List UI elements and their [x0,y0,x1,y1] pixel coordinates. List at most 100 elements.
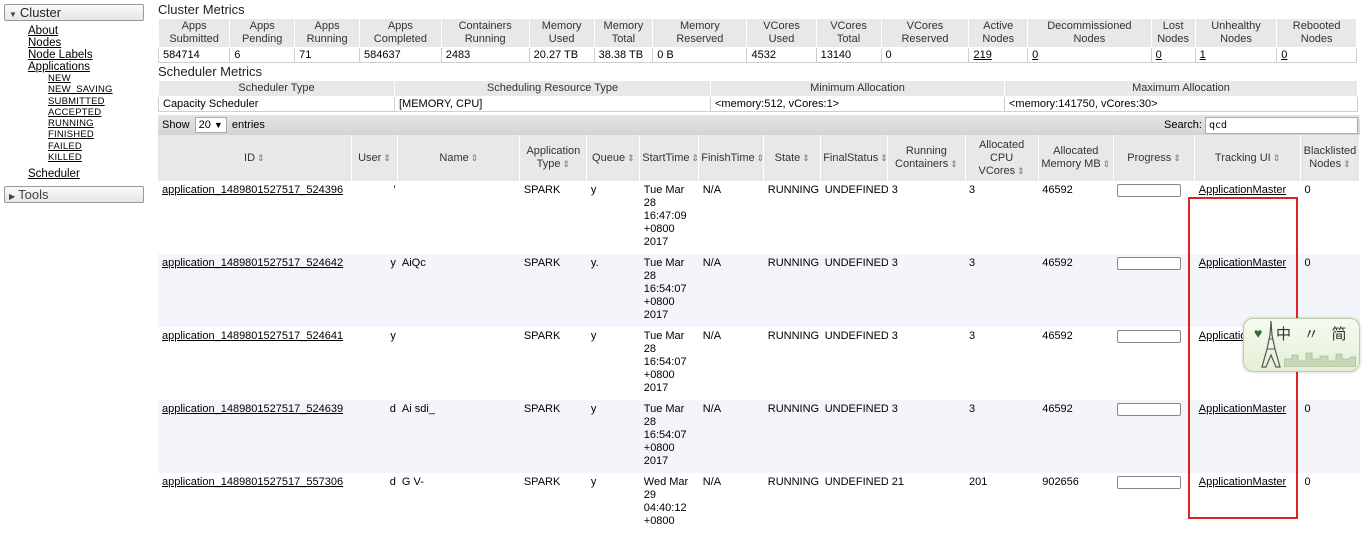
cluster-metrics-header-row: Apps Submitted Apps Pending Apps Running Ap… [157,18,1357,48]
state-accepted-link[interactable]: ACCEPTED [48,107,144,118]
metric-header-decommissioned-nodes: Decommissioned Nodes [1027,18,1152,48]
app-id-link[interactable]: application_1489801527517_524641 [162,330,343,342]
metric-header-memory-used: Memory Used [528,18,595,48]
metric-link-active-nodes[interactable]: 219 [973,49,991,61]
column-header-tracking-ui[interactable]: Tracking UI ⇕ [1194,135,1301,181]
metric-header-apps-completed: Apps Completed [359,18,442,48]
cluster-metrics-table: Apps Submitted Apps Pending Apps Running Ap… [157,18,1357,63]
metric-header-unhealthy-nodes: Unhealthy Nodes [1194,18,1278,48]
column-header-queue[interactable]: Queue ⇕ [586,135,641,181]
search-input[interactable]: qcd [1205,116,1358,134]
applications-link[interactable]: Applications [28,61,144,73]
table-row: application_1489801527517_524639 d Ai sdi_… [158,400,1360,473]
metric-value-vcores-used: 4532 [746,47,817,63]
tracking-ui-link[interactable]: ApplicationMaster [1199,476,1286,488]
metric-header-vcores-used: VCores Used [746,18,817,48]
column-header-running-containers[interactable]: Running Containers ⇕ [887,135,966,181]
entries-select[interactable]: 20 ▼ [194,117,227,134]
sort-icon: ⇕ [257,152,265,163]
sort-icon: ⇕ [627,152,635,163]
app-id-cell: application_1489801527517_524641 [158,327,352,400]
nodes-link[interactable]: Nodes [28,37,144,49]
name-cell [397,181,520,254]
app-id-link[interactable]: application_1489801527517_524639 [162,403,343,415]
metric-link-rebooted-nodes[interactable]: 0 [1281,49,1287,61]
column-header-state[interactable]: State ⇕ [763,135,822,181]
cluster-section-header[interactable]: ▼ Cluster [4,4,144,21]
table-toolbar: Show 20 ▼ entries Search: qcd [158,115,1360,135]
tracking-ui-link[interactable]: ApplicationMaster [1199,184,1286,196]
state-running-link[interactable]: RUNNING [48,118,144,129]
running-containers-cell: 3 [887,181,966,254]
cluster-metrics-title: Cluster Metrics [158,2,245,17]
metric-value-vcores-total: 13140 [815,47,882,63]
column-label-state: State [774,151,801,164]
triangle-right-icon: ▶ [9,192,16,202]
metric-link-lost-nodes[interactable]: 0 [1156,49,1162,61]
app-id-link[interactable]: application_1489801527517_524642 [162,257,343,269]
entries-label: entries [231,119,265,131]
start-time-cell: Wed Mar 29 04:40:12 +0800 [639,473,699,528]
triangle-down-icon: ▼ [9,10,17,19]
state-submitted-link[interactable]: SUBMITTED [48,96,144,107]
tracking-ui-cell: ApplicationMaster [1194,254,1301,327]
allocated-vcores-cell: 3 [965,181,1039,254]
metric-link-decommissioned-nodes[interactable]: 0 [1032,49,1038,61]
metric-value-decommissioned-nodes: 0 [1027,47,1152,63]
column-header-name[interactable]: Name ⇕ [397,135,521,181]
state-finished-link[interactable]: FINISHED [48,129,144,140]
metric-header-lost-nodes: Lost Nodes [1150,18,1196,48]
sort-icon: ⇕ [880,152,888,163]
metric-value-apps-running: 71 [294,47,361,63]
input-method-badge[interactable]: ♥ 中 〃 简 [1243,318,1360,372]
column-header-blacklisted-nodes[interactable]: Blacklisted Nodes ⇕ [1300,135,1361,181]
state-failed-link[interactable]: FAILED [48,141,144,152]
app-id-link[interactable]: application_1489801527517_557306 [162,476,343,488]
applications-header-row: ID ⇕ User ⇕ Name ⇕ Application Type ⇕ Queue ⇕ Star… [158,135,1361,181]
tracking-ui-link[interactable]: ApplicationMaster [1199,403,1286,415]
state-killed-link[interactable]: KILLED [48,152,144,163]
column-header-user[interactable]: User ⇕ [351,135,399,181]
about-link[interactable]: About [28,25,144,37]
app-id-link[interactable]: application_1489801527517_524396 [162,184,343,196]
column-header-allocated-memory-mb[interactable]: Allocated Memory MB ⇕ [1038,135,1114,181]
tracking-ui-link[interactable]: ApplicationMaster [1199,257,1286,269]
state-new-saving-link[interactable]: NEW_SAVING [48,84,144,95]
metric-link-unhealthy-nodes[interactable]: 1 [1200,49,1206,61]
table-row: application_1489801527517_524641 y SPARK y T… [158,327,1360,400]
blacklisted-nodes-cell: 0 [1300,181,1360,254]
type-cell: SPARK [519,327,587,400]
metric-header-vcores-total: VCores Total [815,18,882,48]
progress-cell [1113,181,1195,254]
progress-cell [1113,473,1195,528]
column-label-name: Name [439,151,469,164]
metric-value-apps-completed: 584637 [359,47,442,63]
sort-icon: ⇕ [1173,152,1181,163]
state-cell: RUNNING [763,400,821,473]
column-header-id[interactable]: ID ⇕ [158,135,352,181]
scheduler-header-maximum-allocation: Maximum Allocation [1004,80,1358,97]
scheduler-value-scheduler-type: Capacity Scheduler [158,96,395,112]
progress-bar [1117,403,1182,416]
tools-section-header[interactable]: ▶ Tools [4,186,144,204]
column-header-starttime[interactable]: StartTime ⇕ [639,135,700,181]
progress-bar [1117,257,1182,270]
state-new-link[interactable]: NEW [48,73,144,84]
scheduler-header-scheduling-resource-type: Scheduling Resource Type [394,80,711,97]
column-label-allocated-memory-mb: Allocated Memory MB [1041,145,1101,170]
column-header-progress[interactable]: Progress ⇕ [1113,135,1196,181]
column-header-allocated-cpu-vcores[interactable]: Allocated CPU VCores ⇕ [965,135,1039,181]
scheduler-link[interactable]: Scheduler [28,168,144,180]
type-cell: SPARK [519,254,587,327]
column-header-finishtime[interactable]: FinishTime ⇕ [698,135,765,181]
type-cell: SPARK [519,400,587,473]
main-content: Cluster Metrics Apps Submitted Apps Pendi… [157,2,1361,528]
allocated-memory-cell: 46592 [1038,254,1114,327]
progress-cell [1113,327,1195,400]
finish-time-cell: N/A [698,327,764,400]
finish-time-cell: N/A [698,254,764,327]
column-header-application-type[interactable]: Application Type ⇕ [519,135,588,181]
column-header-finalstatus[interactable]: FinalStatus ⇕ [820,135,889,181]
node-labels-link[interactable]: Node Labels [28,49,144,61]
metric-value-rebooted-nodes: 0 [1276,47,1357,63]
